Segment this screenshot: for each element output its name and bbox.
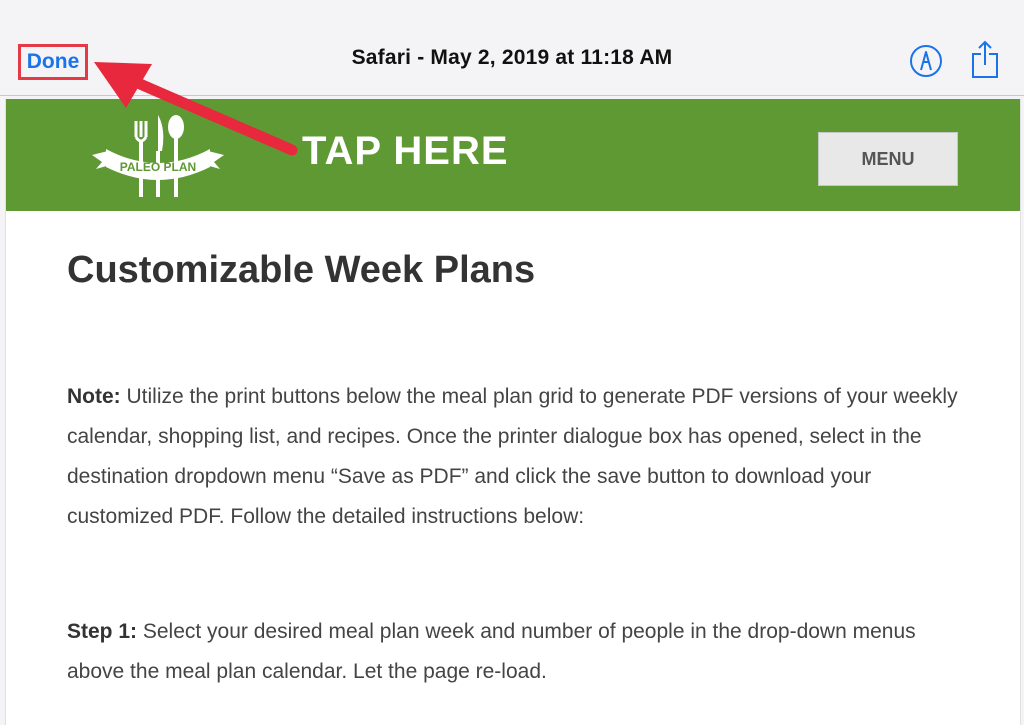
markup-pen-icon[interactable] bbox=[908, 43, 944, 79]
step-1-paragraph: Step 1: Select your desired meal plan we… bbox=[67, 612, 967, 692]
screenshot-title: Safari - May 2, 2019 at 11:18 AM bbox=[351, 46, 673, 69]
svg-text:PALEO PLAN: PALEO PLAN bbox=[120, 160, 196, 174]
page-heading: Customizable Week Plans bbox=[67, 249, 536, 291]
site-header: PALEO PLAN TAP HERE MENU bbox=[6, 99, 1020, 211]
step-1-label: Step 1: bbox=[67, 620, 138, 643]
note-paragraph: Note: Utilize the print buttons below th… bbox=[67, 377, 967, 537]
menu-button[interactable]: MENU bbox=[818, 132, 958, 186]
paleo-plan-logo: PALEO PLAN bbox=[88, 107, 228, 207]
tap-here-annotation: TAP HERE bbox=[302, 129, 509, 173]
share-icon[interactable] bbox=[967, 40, 1003, 80]
screenshot-toolbar: Done Safari - May 2, 2019 at 11:18 AM bbox=[0, 0, 1024, 96]
step-1-text: Select your desired meal plan week and n… bbox=[67, 620, 916, 683]
webpage-snapshot: PALEO PLAN TAP HERE MENU Customizable We… bbox=[5, 99, 1021, 725]
note-label: Note: bbox=[67, 385, 121, 408]
note-text: Utilize the print buttons below the meal… bbox=[67, 385, 958, 528]
